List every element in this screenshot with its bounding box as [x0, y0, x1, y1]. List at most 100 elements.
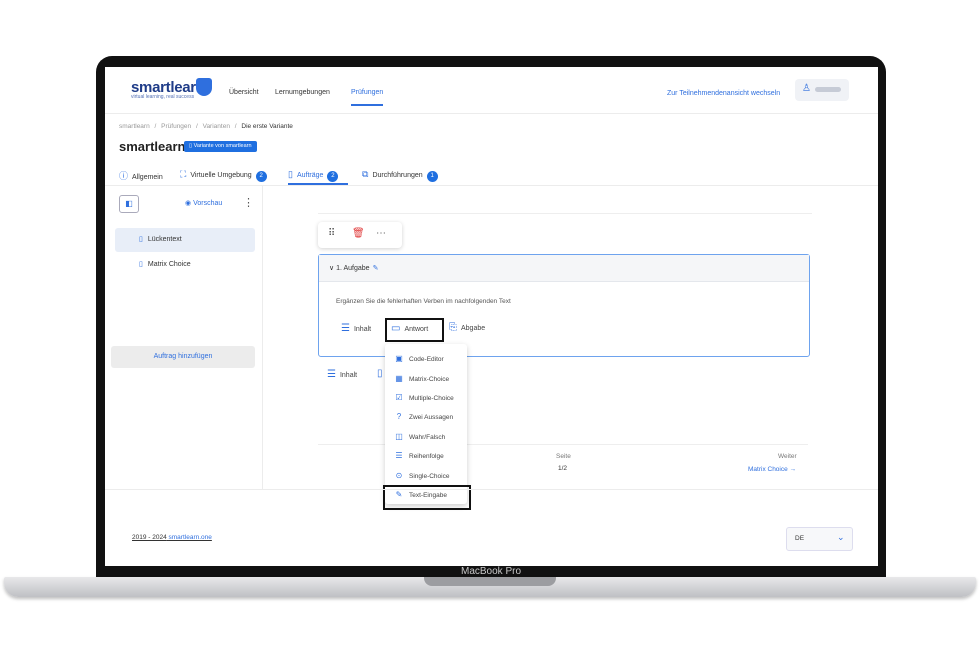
copyright-brand: smartlearn.one	[168, 534, 212, 541]
breadcrumb-sep: /	[154, 123, 157, 130]
task-title-text: 1. Aufgabe	[336, 265, 370, 272]
tab-count-badge: 1	[426, 171, 438, 182]
copyright-year: 2019 - 2024	[132, 534, 167, 541]
menu-item-label: Multiple-Choice	[409, 395, 454, 402]
tab-count-badge: 2	[255, 171, 267, 182]
editor-top-divider	[318, 213, 812, 214]
logo-tagline: virtual learning, real success	[131, 94, 195, 100]
block-toolbar: ⠿ 🗑 ⋯	[318, 222, 402, 248]
sidebar-item-lueckentext[interactable]: ▯ Lückentext	[115, 228, 255, 252]
menu-item-label: Code-Editor	[409, 356, 444, 363]
sidebar-item-label: Lückentext	[147, 236, 182, 243]
menu-item-single-choice[interactable]: ⊙ Single-Choice	[385, 466, 467, 485]
menu-item-multiple-choice[interactable]: ☑ Multiple-Choice	[385, 388, 467, 407]
code-icon: ▣	[395, 354, 403, 363]
page-title: smartlearn	[119, 139, 186, 154]
add-task-button[interactable]: Auftrag hinzufügen	[111, 346, 255, 368]
user-menu-button[interactable]: ♙	[795, 79, 849, 101]
next-task-link[interactable]: Matrix Choice →	[748, 466, 796, 473]
breadcrumb-item-variants[interactable]: Varianten	[203, 123, 230, 130]
add-content-button[interactable]: ☰ Inhalt	[341, 323, 371, 334]
language-value: DE	[795, 535, 805, 542]
tab-executions-label: Durchführungen	[372, 172, 423, 179]
top-navbar: smartlearn virtual learning, real succes…	[105, 67, 878, 114]
next-label: Weiter	[778, 453, 797, 460]
breadcrumb-item-exams[interactable]: Prüfungen	[161, 123, 191, 130]
tab-virtual-environment-label: Virtuelle Umgebung	[190, 172, 252, 179]
add-content-label: Inhalt	[339, 372, 358, 379]
tab-general-label: Allgemein	[132, 174, 163, 181]
menu-item-label: Zwei Aussagen	[409, 414, 454, 421]
nav-link-overview[interactable]: Übersicht	[229, 89, 259, 96]
breadcrumb-item-smartlearn[interactable]: smartlearn	[119, 123, 150, 130]
menu-item-label: Reihenfolge	[409, 453, 444, 460]
more-horizontal-icon[interactable]: ⋯	[376, 228, 386, 239]
eye-icon: ◉	[185, 200, 194, 207]
document-icon: ▯	[288, 169, 293, 179]
menu-item-two-statements[interactable]: ? Zwei Aussagen	[385, 407, 467, 426]
question-icon: ?	[396, 412, 402, 421]
info-icon: ⓘ	[119, 171, 129, 181]
trash-icon[interactable]: 🗑	[352, 228, 365, 239]
copyright-link[interactable]: 2019 - 2024 smartlearn.one	[132, 534, 212, 541]
edit-pencil-icon[interactable]: ✎	[373, 265, 379, 272]
preview-button[interactable]: ◉ Vorschau	[185, 199, 222, 207]
nav-link-exams[interactable]: Prüfungen	[351, 89, 384, 106]
grid-icon: ▦	[395, 374, 403, 383]
answer-button-highlight	[385, 318, 444, 342]
language-select[interactable]: DE ⌄	[786, 527, 853, 551]
add-content-label: Inhalt	[353, 326, 372, 333]
menu-item-label: Wahr/Falsch	[409, 434, 446, 441]
document-icon: ▯	[139, 261, 143, 268]
tab-count-badge: 2	[327, 171, 339, 182]
arrow-right-icon: →	[787, 466, 797, 473]
logo-shield-icon	[196, 78, 212, 96]
menu-item-label: Single-Choice	[409, 473, 450, 480]
page-value: 1/2	[558, 465, 568, 472]
network-icon: ⛶	[180, 169, 187, 179]
preview-button-label: Vorschau	[193, 200, 223, 207]
add-submission-button[interactable]: ⎘ Abgabe	[449, 322, 485, 333]
switch-participant-view-link[interactable]: Zur Teilnehmendenansicht wechseln	[667, 90, 780, 97]
list-add-icon: ☰	[341, 323, 350, 334]
breadcrumb-sep: /	[195, 123, 198, 130]
checkbox-icon: ☑	[395, 393, 403, 402]
ordered-list-icon: ☰	[395, 451, 403, 460]
menu-item-true-false[interactable]: ◫ Wahr/Falsch	[385, 427, 467, 446]
add-content-button-bottom[interactable]: ☰ Inhalt	[327, 369, 357, 380]
tab-tasks[interactable]: ▯ Aufträge 2	[288, 169, 339, 182]
variant-badge[interactable]: ▯ Variante von smartlearn	[184, 141, 257, 152]
task-sidebar: ◧ ◉ Vorschau ⋮ ▯ Lückentext ▯ Matrix Choic…	[105, 186, 263, 489]
menu-item-order[interactable]: ☰ Reihenfolge	[385, 446, 467, 465]
menu-item-code-editor[interactable]: ▣ Code-Editor	[385, 349, 467, 368]
task-header[interactable]: ∨ 1. Aufgabe ✎	[319, 255, 809, 282]
more-vertical-icon[interactable]: ⋮	[243, 196, 254, 209]
footer-divider	[105, 489, 878, 490]
user-name-placeholder	[815, 87, 841, 92]
tab-virtual-environment[interactable]: ⛶ Virtuelle Umgebung 2	[180, 169, 267, 182]
user-icon: ♙	[802, 83, 811, 94]
radio-check-icon: ⊙	[395, 471, 403, 480]
breadcrumb: smartlearn / Prüfungen / Varianten / Die…	[119, 123, 293, 130]
sidebar-toggle-button[interactable]: ◧	[119, 195, 139, 213]
sidebar-item-matrix-choice[interactable]: ▯ Matrix Choice	[115, 253, 255, 277]
nav-link-learning-environments[interactable]: Lernumgebungen	[275, 89, 330, 96]
task-instruction-text: Ergänzen Sie die fehlerhaften Verben im …	[336, 298, 511, 305]
laptop-notch	[424, 577, 556, 586]
document-icon: ▯	[139, 236, 143, 243]
menu-item-label: Matrix-Choice	[409, 376, 450, 383]
breadcrumb-current: Die erste Variante	[241, 123, 293, 130]
drag-handle-icon[interactable]: ⠿	[328, 228, 335, 239]
document-add-icon: ▯	[377, 368, 383, 379]
file-upload-icon: ⎘	[449, 322, 457, 333]
tab-general[interactable]: ⓘ Allgemein	[119, 169, 163, 182]
variant-badge-label: Variante von smartlearn	[193, 143, 252, 149]
true-false-icon: ◫	[395, 432, 403, 441]
answer-type-dropdown: ▣ Code-Editor ▦ Matrix-Choice ☑ Multiple-Ch…	[385, 344, 467, 504]
menu-item-matrix-choice[interactable]: ▦ Matrix-Choice	[385, 369, 467, 388]
add-submission-label: Abgabe	[461, 325, 486, 332]
next-task-label: Matrix Choice	[748, 466, 788, 473]
clipboard-icon: ⧉	[362, 169, 369, 179]
tab-executions[interactable]: ⧉ Durchführungen 1	[362, 169, 438, 182]
chevron-down-icon: ⌄	[837, 532, 845, 542]
